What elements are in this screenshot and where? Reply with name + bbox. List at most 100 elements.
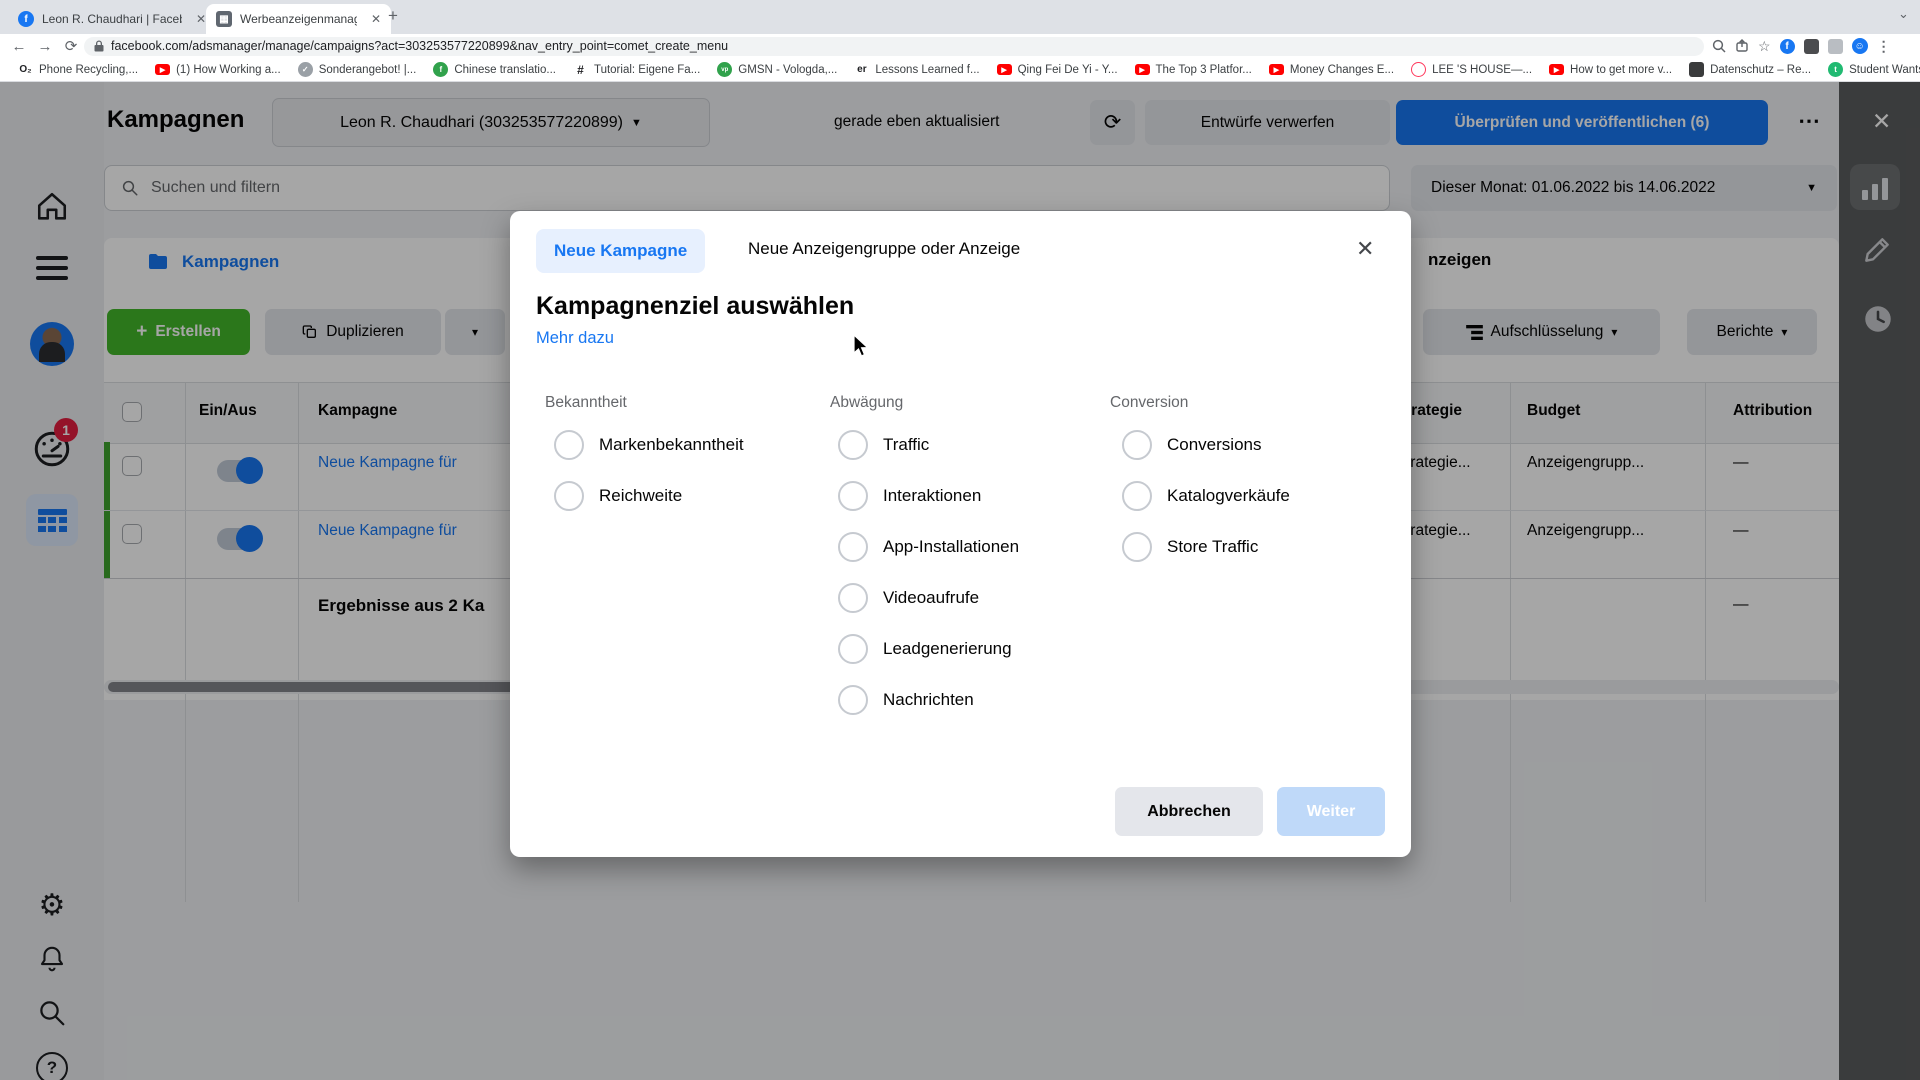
objective-option[interactable]: App-Installationen bbox=[838, 532, 1019, 562]
menu-icon[interactable] bbox=[0, 256, 104, 280]
modal-close-icon[interactable]: ✕ bbox=[1356, 236, 1374, 262]
tab-close-icon[interactable]: ✕ bbox=[371, 12, 381, 26]
radio-icon[interactable] bbox=[838, 481, 868, 511]
help-icon[interactable]: ? bbox=[0, 1052, 104, 1080]
back-icon[interactable]: ← bbox=[6, 38, 32, 55]
radio-icon[interactable] bbox=[1122, 430, 1152, 460]
history-clock-icon[interactable] bbox=[1861, 302, 1895, 341]
star-icon[interactable]: ☆ bbox=[1758, 38, 1771, 55]
campaign-toggle-on[interactable] bbox=[217, 457, 263, 484]
reports-button[interactable]: Berichte ▾ bbox=[1687, 309, 1817, 355]
tab-close-icon[interactable]: ✕ bbox=[196, 12, 206, 26]
radio-icon[interactable] bbox=[1122, 481, 1152, 511]
radio-icon[interactable] bbox=[838, 685, 868, 715]
breakdown-button[interactable]: Aufschlüsselung ▾ bbox=[1423, 309, 1660, 355]
zoom-icon[interactable] bbox=[1712, 39, 1726, 53]
learn-more-link[interactable]: Mehr dazu bbox=[536, 329, 614, 348]
profile-avatar-icon[interactable]: ☺ bbox=[1851, 38, 1868, 54]
duplicate-chevron-button[interactable]: ▾ bbox=[445, 309, 505, 355]
browser-tab-adsmanager[interactable]: ▦ Werbeanzeigenmanager - Wer ✕ bbox=[206, 4, 391, 34]
tab-new-adset-or-ad[interactable]: Neue Anzeigengruppe oder Anzeige bbox=[748, 239, 1020, 259]
objective-option[interactable]: Store Traffic bbox=[1122, 532, 1258, 562]
bookmark-item[interactable]: # Tutorial: Eigene Fa... bbox=[573, 62, 700, 77]
column-header-attribution[interactable]: Attribution bbox=[1733, 402, 1812, 420]
create-button[interactable]: + Erstellen bbox=[107, 309, 250, 355]
select-all-checkbox[interactable] bbox=[122, 402, 142, 422]
cancel-button[interactable]: Abbrechen bbox=[1115, 787, 1263, 836]
forward-icon[interactable]: → bbox=[32, 38, 58, 55]
discard-drafts-button[interactable]: Entwürfe verwerfen bbox=[1145, 100, 1390, 145]
bookmark-item[interactable]: ▶ The Top 3 Platfor... bbox=[1134, 64, 1252, 76]
campaigns-grid-icon[interactable] bbox=[0, 494, 104, 546]
gear-icon[interactable]: ⚙ bbox=[0, 888, 104, 923]
tab-ads-partial[interactable]: nzeigen bbox=[1428, 250, 1491, 270]
refresh-button[interactable]: ⟳ bbox=[1090, 100, 1135, 145]
radio-icon[interactable] bbox=[838, 583, 868, 613]
radio-icon[interactable] bbox=[554, 430, 584, 460]
radio-icon[interactable] bbox=[838, 634, 868, 664]
gauge-icon[interactable]: 1 bbox=[0, 418, 104, 470]
reload-icon[interactable]: ⟳ bbox=[58, 37, 84, 55]
close-ads-manager-icon[interactable]: ✕ bbox=[1872, 108, 1891, 135]
column-header-budget[interactable]: Budget bbox=[1527, 402, 1580, 420]
campaign-link[interactable]: Neue Kampagne für bbox=[318, 522, 457, 540]
bell-icon[interactable] bbox=[0, 944, 104, 974]
kebab-menu-icon[interactable]: ⋮ bbox=[1877, 38, 1891, 55]
objective-option[interactable]: Markenbekanntheit bbox=[554, 430, 744, 460]
objective-option[interactable]: Traffic bbox=[838, 430, 929, 460]
objective-option[interactable]: Interaktionen bbox=[838, 481, 981, 511]
more-options-button[interactable]: ⋯ bbox=[1798, 108, 1820, 134]
date-range-selector[interactable]: Dieser Monat: 01.06.2022 bis 14.06.2022 … bbox=[1411, 165, 1837, 211]
bookmark-item[interactable]: tStudent Wants an... bbox=[1828, 62, 1920, 77]
extension-gray-icon[interactable] bbox=[1827, 38, 1843, 54]
bookmark-item[interactable]: er Lessons Learned f... bbox=[854, 62, 979, 77]
user-avatar[interactable] bbox=[0, 322, 104, 366]
row-checkbox[interactable] bbox=[122, 524, 142, 544]
campaign-link[interactable]: Neue Kampagne für bbox=[318, 454, 457, 472]
next-button[interactable]: Weiter bbox=[1277, 787, 1385, 836]
objective-option[interactable]: Videoaufrufe bbox=[838, 583, 979, 613]
campaign-toggle-on[interactable] bbox=[217, 525, 263, 552]
bookmark-item[interactable]: LEE 'S HOUSE—... bbox=[1411, 62, 1532, 77]
objective-option[interactable]: Reichweite bbox=[554, 481, 682, 511]
duplicate-button[interactable]: Duplizieren bbox=[265, 309, 441, 355]
edit-pencil-icon[interactable] bbox=[1861, 234, 1893, 271]
chevron-down-icon: ▼ bbox=[1806, 182, 1817, 194]
home-icon[interactable] bbox=[0, 190, 104, 224]
bookmark-item[interactable]: ▶ Qing Fei De Yi - Y... bbox=[996, 64, 1118, 76]
objective-option[interactable]: Conversions bbox=[1122, 430, 1262, 460]
tab-search-chevron-icon[interactable]: ⌄ bbox=[1898, 6, 1909, 22]
objective-option[interactable]: Nachrichten bbox=[838, 685, 974, 715]
bookmark-item[interactable]: ▶ How to get more v... bbox=[1549, 64, 1672, 76]
bookmark-item[interactable]: ▶ (1) How Working a... bbox=[155, 64, 281, 76]
objective-option[interactable]: Katalogverkäufe bbox=[1122, 481, 1290, 511]
new-tab-button[interactable]: + bbox=[388, 6, 398, 26]
objective-option[interactable]: Leadgenerierung bbox=[838, 634, 1012, 664]
bookmark-item[interactable]: vp GMSN - Vologda,... bbox=[717, 62, 837, 77]
charts-panel-icon[interactable] bbox=[1850, 164, 1900, 210]
bookmark-item[interactable]: ✓ Sonderangebot! |... bbox=[297, 62, 416, 77]
radio-icon[interactable] bbox=[1122, 532, 1152, 562]
url-bar[interactable]: facebook.com/adsmanager/manage/campaigns… bbox=[84, 36, 1704, 56]
row-checkbox[interactable] bbox=[122, 456, 142, 476]
facebook-extension-icon[interactable]: f bbox=[1779, 38, 1795, 54]
send-icon[interactable] bbox=[1735, 39, 1749, 53]
column-header-campaign[interactable]: Kampagne bbox=[318, 402, 397, 420]
account-selector[interactable]: Leon R. Chaudhari (303253577220899) ▼ bbox=[272, 98, 710, 147]
radio-icon[interactable] bbox=[838, 532, 868, 562]
tab-new-campaign[interactable]: Neue Kampagne bbox=[536, 229, 706, 273]
bookmark-item[interactable]: f Chinese translatio... bbox=[433, 62, 556, 77]
search-filter-input[interactable]: Suchen und filtern bbox=[104, 165, 1390, 211]
extension-dark-icon[interactable] bbox=[1803, 38, 1819, 54]
radio-icon[interactable] bbox=[838, 430, 868, 460]
column-header-strategy[interactable]: trategie bbox=[1406, 402, 1462, 420]
search-icon[interactable] bbox=[0, 998, 104, 1028]
publish-button[interactable]: Überprüfen und veröffentlichen (6) bbox=[1396, 100, 1768, 145]
browser-tab-facebook[interactable]: f Leon R. Chaudhari | Facebook ✕ bbox=[8, 4, 218, 34]
tab-campaigns[interactable]: Kampagnen bbox=[146, 250, 279, 274]
bookmark-item[interactable]: O₂ Phone Recycling,... bbox=[18, 62, 138, 77]
bookmark-item[interactable]: ▶ Money Changes E... bbox=[1268, 64, 1394, 76]
radio-icon[interactable] bbox=[554, 481, 584, 511]
column-header-onoff[interactable]: Ein/Aus bbox=[199, 402, 257, 420]
bookmark-item[interactable]: Datenschutz – Re... bbox=[1689, 62, 1811, 77]
